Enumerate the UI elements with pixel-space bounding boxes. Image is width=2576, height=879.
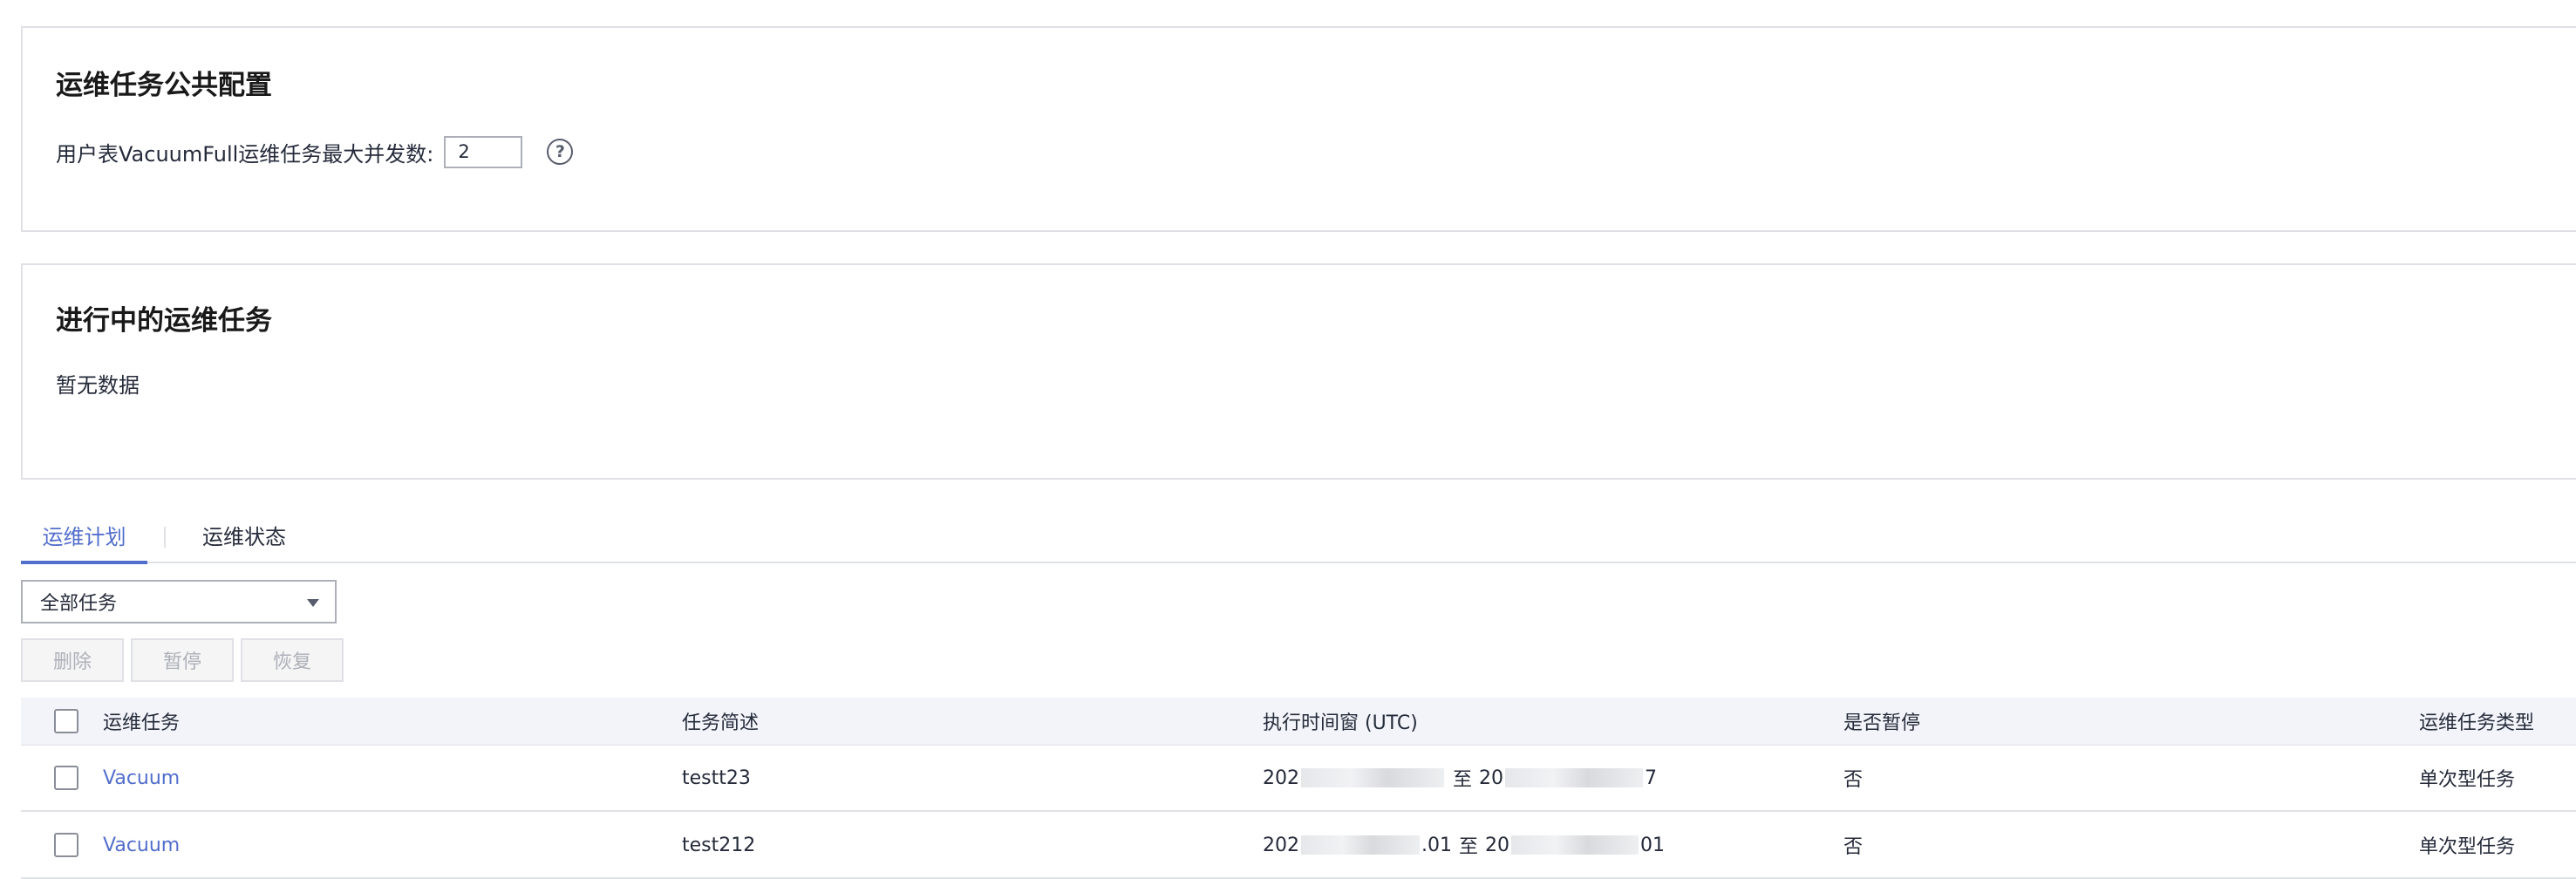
table-row: Vacuum testt23 202 至 20 7 否 单次型任务 <box>21 746 2576 812</box>
window-start: 202 <box>1263 834 1299 856</box>
resume-button[interactable]: 恢复 <box>241 638 344 682</box>
header-checkbox-cell <box>54 698 78 745</box>
task-filter-select[interactable]: 全部任务 <box>21 580 337 623</box>
pause-button[interactable]: 暂停 <box>131 638 234 682</box>
empty-state-text: 暂无数据 <box>56 373 140 398</box>
redacted-block <box>1511 835 1639 855</box>
max-concurrency-setting: 用户表VacuumFull运维任务最大并发数: ? <box>56 134 574 169</box>
row-checkbox[interactable] <box>54 833 78 857</box>
window-end-tail: 7 <box>1645 767 1658 789</box>
task-link[interactable]: Vacuum <box>103 767 180 789</box>
public-config-card: 运维任务公共配置 用户表VacuumFull运维任务最大并发数: ? <box>21 26 2576 232</box>
select-all-checkbox[interactable] <box>54 709 78 733</box>
redacted-block <box>1301 768 1444 787</box>
description-cell: test212 <box>682 834 756 856</box>
column-header-task: 运维任务 <box>103 712 181 734</box>
task-cell: Vacuum <box>103 746 180 810</box>
tab-divider <box>164 527 166 548</box>
window-end-tail: 01 <box>1640 834 1666 856</box>
caret-down-icon <box>307 599 319 607</box>
type-cell: 单次型任务 <box>2419 836 2516 858</box>
window-start: 202 <box>1263 767 1299 789</box>
window-end: 20 <box>1479 767 1504 789</box>
paused-cell: 否 <box>1843 836 1864 858</box>
tab-bar: 运维计划 运维状态 <box>21 520 2576 564</box>
window-end: 20 <box>1485 834 1510 856</box>
tab-maintenance-status[interactable]: 运维状态 <box>202 520 286 562</box>
row-checkbox-cell <box>54 746 78 810</box>
running-tasks-title: 进行中的运维任务 <box>56 305 272 337</box>
delete-button[interactable]: 删除 <box>21 638 124 682</box>
running-tasks-card: 进行中的运维任务 暂无数据 <box>21 263 2576 480</box>
help-icon[interactable]: ? <box>547 139 574 165</box>
task-filter-value: 全部任务 <box>40 593 118 615</box>
type-cell: 单次型任务 <box>2419 769 2516 791</box>
window-cell: 202 至 20 7 <box>1263 746 1657 810</box>
column-header-type: 运维任务类型 <box>2419 712 2535 734</box>
tab-maintenance-plan[interactable]: 运维计划 <box>21 520 147 564</box>
window-separator: 至 <box>1453 769 1473 791</box>
public-config-title: 运维任务公共配置 <box>56 70 272 101</box>
column-header-paused: 是否暂停 <box>1843 712 1921 734</box>
description-cell: testt23 <box>682 767 751 789</box>
column-header-window: 执行时间窗 (UTC) <box>1263 712 1418 734</box>
redacted-block <box>1505 768 1644 787</box>
task-cell: Vacuum <box>103 813 180 877</box>
row-checkbox-cell <box>54 813 78 877</box>
window-cell: 202 .01 至 20 01 <box>1263 813 1665 877</box>
redacted-block <box>1301 835 1420 855</box>
row-checkbox[interactable] <box>54 766 78 790</box>
table-row: Vacuum test212 202 .01 至 20 01 否 单次型任务 <box>21 813 2576 879</box>
max-concurrency-label: 用户表VacuumFull运维任务最大并发数: <box>56 141 434 167</box>
table-header: 运维任务 任务简述 执行时间窗 (UTC) 是否暂停 运维任务类型 <box>21 698 2576 746</box>
window-separator: 至 <box>1459 836 1479 858</box>
window-start-tail: .01 <box>1421 834 1452 856</box>
column-header-description: 任务简述 <box>682 712 760 734</box>
task-link[interactable]: Vacuum <box>103 835 180 856</box>
paused-cell: 否 <box>1843 769 1864 791</box>
max-concurrency-input[interactable] <box>444 135 523 168</box>
